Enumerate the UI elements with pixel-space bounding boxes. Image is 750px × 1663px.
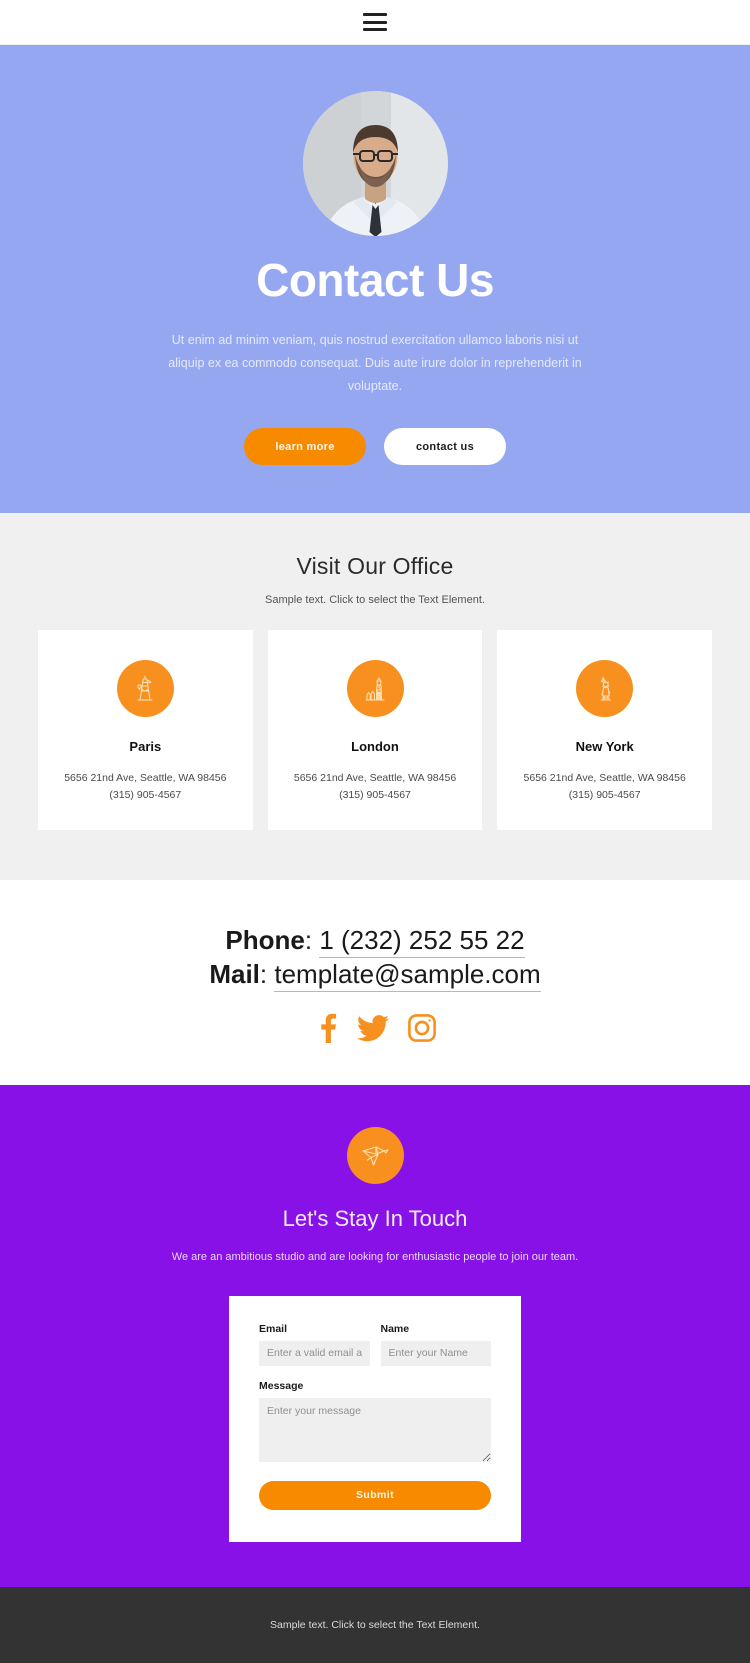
site-header <box>0 0 750 45</box>
name-field-group: Name <box>380 1322 491 1366</box>
learn-more-button[interactable]: learn more <box>244 428 366 466</box>
offices-section: Visit Our Office Sample text. Click to s… <box>0 513 750 880</box>
email-label: Email <box>259 1322 288 1335</box>
instagram-icon[interactable] <box>407 1013 437 1043</box>
office-card-paris[interactable]: Paris 5656 21nd Ave, Seattle, WA 98456 (… <box>38 630 253 830</box>
office-address: 5656 21nd Ave, Seattle, WA 98456 <box>523 772 686 785</box>
social-links <box>0 1013 750 1044</box>
office-address: 5656 21nd Ave, Seattle, WA 98456 <box>64 772 227 785</box>
office-cards: Paris 5656 21nd Ave, Seattle, WA 98456 (… <box>0 630 750 830</box>
message-label: Message <box>259 1379 304 1392</box>
contact-info-section: Phone: 1 (232) 252 55 22 Mail: template@… <box>0 879 750 1086</box>
hero-buttons: learn more contact us <box>0 428 750 466</box>
contact-form: Email Name Message Submit <box>229 1295 521 1542</box>
twitter-icon[interactable] <box>356 1013 389 1043</box>
office-name: Paris <box>129 739 162 755</box>
office-name: London <box>351 739 399 755</box>
phone-separator: : <box>304 924 313 955</box>
hero-subtitle: Ut enim ad minim veniam, quis nostrud ex… <box>168 332 582 394</box>
office-name: New York <box>575 739 634 755</box>
hamburger-menu-icon[interactable] <box>363 13 387 31</box>
facebook-icon[interactable] <box>314 1013 339 1044</box>
email-input[interactable] <box>259 1340 370 1366</box>
mail-row: Mail: template@sample.com <box>0 958 750 992</box>
name-label: Name <box>380 1322 410 1335</box>
contact-us-button[interactable]: contact us <box>384 428 506 466</box>
origami-bird-icon <box>346 1127 404 1185</box>
office-phone: (315) 905-4567 <box>339 789 411 802</box>
statue-of-liberty-icon <box>576 660 634 718</box>
submit-button[interactable]: Submit <box>259 1480 491 1510</box>
office-address: 5656 21nd Ave, Seattle, WA 98456 <box>293 772 457 785</box>
burger-bar <box>363 20 387 24</box>
office-phone: (315) 905-4567 <box>109 789 182 802</box>
avatar <box>302 91 448 236</box>
burger-bar <box>363 28 387 31</box>
email-field-group: Email <box>259 1323 370 1366</box>
mail-separator: : <box>259 958 268 989</box>
offices-subtitle: Sample text. Click to select the Text El… <box>265 594 485 607</box>
office-card-london[interactable]: London 5656 21nd Ave, Seattle, WA 98456 … <box>267 630 483 830</box>
phone-value[interactable]: 1 (232) 252 55 22 <box>319 924 525 958</box>
message-field-group: Message <box>259 1380 491 1467</box>
site-footer: Sample text. Click to select the Text El… <box>0 1586 750 1663</box>
burger-bar <box>363 13 387 16</box>
stay-in-touch-section: Let's Stay In Touch We are an ambitious … <box>0 1085 750 1587</box>
offices-title: Visit Our Office <box>296 553 454 580</box>
phone-row: Phone: 1 (232) 252 55 22 <box>0 924 750 958</box>
form-row-email-name: Email Name <box>259 1323 491 1380</box>
eiffel-tower-icon <box>116 660 174 718</box>
name-input[interactable] <box>380 1340 491 1366</box>
stay-in-touch-title: Let's Stay In Touch <box>282 1206 468 1232</box>
hero-section: Contact Us Ut enim ad minim veniam, quis… <box>0 45 750 514</box>
page-title: Contact Us <box>256 254 494 306</box>
phone-label: Phone <box>225 924 305 955</box>
office-phone: (315) 905-4567 <box>568 789 641 802</box>
portrait-illustration <box>302 91 448 236</box>
big-ben-icon <box>346 660 404 718</box>
message-input[interactable] <box>259 1397 491 1462</box>
office-card-new-york[interactable]: New York 5656 21nd Ave, Seattle, WA 9845… <box>497 630 713 830</box>
mail-value[interactable]: template@sample.com <box>274 958 541 992</box>
stay-in-touch-subtitle: We are an ambitious studio and are looki… <box>171 1251 579 1264</box>
footer-text: Sample text. Click to select the Text El… <box>270 1618 480 1631</box>
mail-label: Mail <box>209 958 260 989</box>
